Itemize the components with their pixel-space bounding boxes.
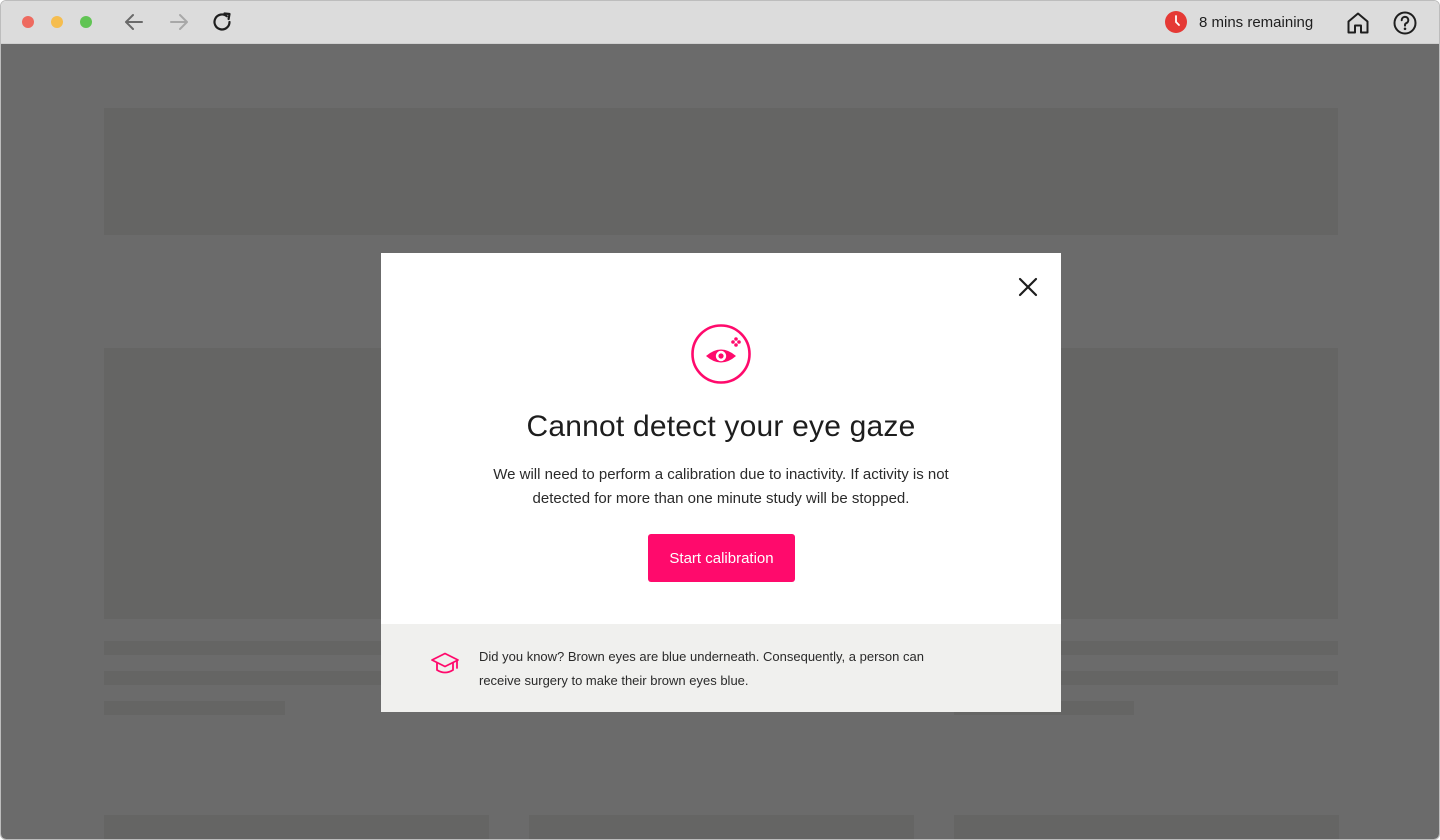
tip-text: Did you know? Brown eyes are blue undern… <box>479 649 924 688</box>
window-close-button[interactable] <box>22 16 34 28</box>
graduation-cap-icon <box>431 652 459 674</box>
modal-title: Cannot detect your eye gaze <box>526 410 916 443</box>
arrow-left-icon[interactable] <box>122 10 146 34</box>
help-icon[interactable] <box>1392 10 1418 36</box>
window-maximize-button[interactable] <box>80 16 92 28</box>
time-remaining: 8 mins remaining <box>1165 10 1313 34</box>
reload-icon[interactable] <box>210 10 234 34</box>
time-remaining-text: 8 mins remaining <box>1199 13 1314 31</box>
eye-gaze-modal: Cannot detect your eye gaze We will need… <box>381 253 1061 712</box>
home-icon[interactable] <box>1345 10 1371 36</box>
eye-icon <box>691 324 751 384</box>
start-calibration-button[interactable]: Start calibration <box>648 534 795 582</box>
modal-description: We will need to perform a calibration du… <box>493 466 949 507</box>
did-you-know-tip: Did you know? Brown eyes are blue undern… <box>381 624 1061 712</box>
window-minimize-button[interactable] <box>51 16 63 28</box>
browser-titlebar: 8 mins remaining <box>1 1 1439 44</box>
clock-icon <box>1165 11 1187 33</box>
arrow-right-icon[interactable] <box>167 10 191 34</box>
close-icon[interactable] <box>1015 274 1041 300</box>
browser-window: 8 mins remaining Cannot detect your eye … <box>0 0 1440 840</box>
